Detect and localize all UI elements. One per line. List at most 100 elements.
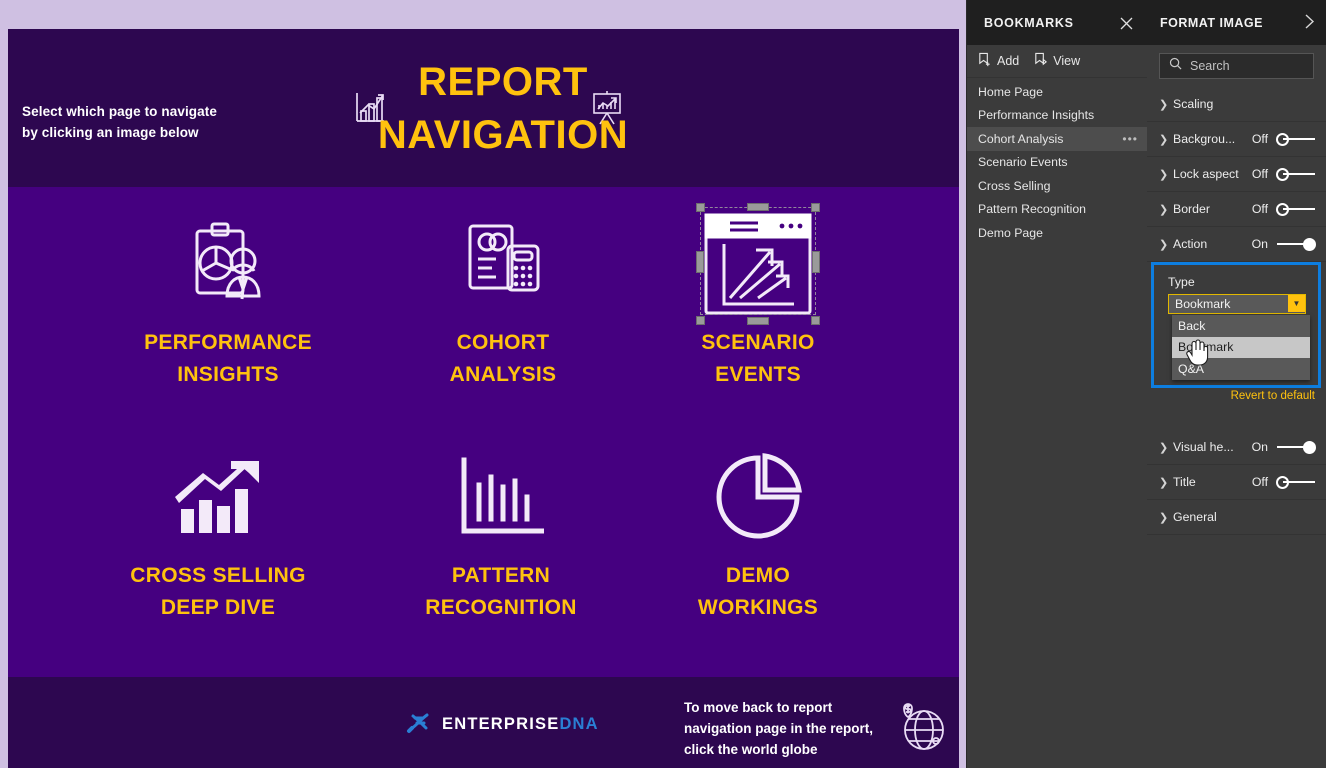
report-header-band: Select which page to navigate by clickin… [8, 29, 959, 187]
format-pane-header: FORMAT IMAGE [1147, 0, 1326, 45]
nav-tile-label: PATTERN RECOGNITION [425, 564, 577, 619]
bookmark-item-label: Home Page [978, 84, 1043, 99]
resize-handle-nw[interactable] [696, 203, 705, 212]
format-pane-title: FORMAT IMAGE [1160, 15, 1263, 30]
chevron-right-icon: ❯ [1159, 133, 1169, 146]
format-row-general[interactable]: ❯ General [1147, 500, 1326, 535]
bookmarks-list: Home Page Performance Insights Cohort An… [967, 80, 1148, 245]
revert-to-default-link[interactable]: Revert to default [1151, 390, 1321, 402]
type-option-back[interactable]: Back [1172, 315, 1310, 337]
close-icon[interactable] [1116, 13, 1136, 33]
bookmark-item-performance-insights[interactable]: Performance Insights [967, 104, 1148, 128]
format-row-label: Scaling [1173, 97, 1214, 111]
type-option-bookmark[interactable]: Bookmark [1172, 336, 1310, 358]
chevron-right-icon: ❯ [1159, 98, 1169, 111]
chevron-down-icon[interactable]: ▼ [1288, 295, 1305, 312]
view-bookmark-button[interactable]: View [1033, 52, 1080, 70]
growth-arrow-bars-icon [175, 442, 261, 552]
search-icon [1169, 57, 1182, 75]
bookmarks-toolbar: Add View [967, 45, 1148, 78]
format-row-action[interactable]: ❯ Action On [1147, 227, 1326, 262]
bookmark-item-demo-page[interactable]: Demo Page [967, 221, 1148, 245]
add-bookmark-label: Add [997, 54, 1020, 68]
format-row-state: On [1251, 440, 1268, 454]
bookmark-item-label: Cross Selling [978, 178, 1051, 193]
search-input[interactable]: Search [1159, 53, 1314, 79]
type-dropdown-options: Back Bookmark Q&A [1172, 315, 1310, 380]
bookmark-item-label: Cohort Analysis [978, 131, 1064, 146]
image-selection-frame [700, 207, 816, 315]
browser-arrows-up-icon [696, 203, 820, 325]
clipboard-analyst-icon [189, 209, 267, 319]
globe-instruction-text: To move back to report navigation page i… [684, 700, 874, 757]
bookmark-item-home-page[interactable]: Home Page [967, 80, 1148, 104]
resize-handle-ne[interactable] [811, 203, 820, 212]
format-row-visual-header[interactable]: ❯ Visual he... On [1147, 430, 1326, 465]
view-bookmark-label: View [1053, 54, 1081, 68]
format-row-label: Lock aspect [1173, 167, 1239, 181]
action-type-card: Type Bookmark ▼ Back Bookmark Q&A [1151, 262, 1321, 388]
title-toggle[interactable] [1276, 475, 1316, 489]
chevron-right-icon: ❯ [1159, 511, 1169, 524]
power-bi-desktop-window: Select which page to navigate by clickin… [0, 0, 1326, 768]
bookmark-item-pattern-recognition[interactable]: Pattern Recognition [967, 198, 1148, 222]
format-row-label: Backgrou... [1173, 132, 1236, 146]
bookmark-item-cohort-analysis[interactable]: Cohort Analysis ••• [967, 127, 1148, 151]
border-toggle[interactable] [1276, 202, 1316, 216]
type-option-qna[interactable]: Q&A [1172, 358, 1310, 380]
report-page-canvas[interactable]: Select which page to navigate by clickin… [8, 29, 959, 768]
resize-handle-n[interactable] [747, 203, 769, 211]
format-row-label: Title [1173, 475, 1196, 489]
resize-handle-e[interactable] [812, 251, 820, 273]
background-toggle[interactable] [1276, 132, 1316, 146]
resize-handle-w[interactable] [696, 251, 704, 273]
bookmark-item-label: Pattern Recognition [978, 202, 1087, 217]
format-row-state: Off [1251, 132, 1268, 146]
bookmark-item-scenario-events[interactable]: Scenario Events [967, 151, 1148, 175]
chevron-right-icon[interactable] [1304, 14, 1315, 34]
nav-tile-performance-insights[interactable]: PERFORMANCE INSIGHTS [98, 209, 358, 424]
action-toggle[interactable] [1276, 237, 1316, 251]
chevron-down-icon: ❯ [1159, 238, 1169, 251]
page-title-line2: NAVIGATION [377, 113, 629, 157]
chevron-right-icon: ❯ [1159, 476, 1169, 489]
format-row-label: Border [1173, 202, 1210, 216]
nav-tile-cross-selling-deep-dive[interactable]: CROSS SELLING DEEP DIVE [88, 442, 348, 657]
format-row-lock-aspect[interactable]: ❯ Lock aspect Off [1147, 157, 1326, 192]
nav-tile-demo-workings[interactable]: DEMO WORKINGS [628, 442, 888, 657]
bookmark-item-cross-selling[interactable]: Cross Selling [967, 174, 1148, 198]
world-globe-dollar-icon [896, 703, 948, 758]
lock-aspect-toggle[interactable] [1276, 167, 1316, 181]
bookmark-item-label: Demo Page [978, 225, 1043, 240]
type-dropdown[interactable]: Bookmark ▼ [1168, 294, 1306, 314]
nav-tile-label: DEMO WORKINGS [697, 564, 819, 619]
search-placeholder: Search [1190, 59, 1230, 73]
format-row-state: Off [1251, 167, 1268, 181]
bar-chart-axis-icon [458, 442, 544, 552]
format-row-border[interactable]: ❯ Border Off [1147, 192, 1326, 227]
resize-handle-s[interactable] [747, 317, 769, 325]
nav-tile-scenario-events[interactable]: SCENARIO EVENTS [628, 203, 888, 424]
nav-tile-pattern-recognition[interactable]: PATTERN RECOGNITION [371, 442, 631, 657]
brand-wordmark: ENTERPRISEDNA [442, 715, 599, 733]
type-option-label: Q&A [1178, 361, 1204, 376]
bookmark-more-options-icon[interactable]: ••• [1122, 132, 1138, 146]
chevron-right-icon: ❯ [1159, 441, 1169, 454]
page-title-line1: REPORT [418, 60, 588, 104]
format-row-scaling[interactable]: ❯ Scaling [1147, 87, 1326, 122]
resize-handle-se[interactable] [811, 316, 820, 325]
visual-header-toggle[interactable] [1276, 440, 1316, 454]
nav-tile-label: PERFORMANCE INSIGHTS [144, 331, 312, 386]
bookmarks-pane-title: BOOKMARKS [984, 15, 1074, 30]
format-row-label: General [1173, 510, 1217, 524]
add-bookmark-button[interactable]: Add [977, 52, 1019, 70]
document-calculator-icon [463, 209, 543, 319]
view-bookmark-icon [1033, 52, 1048, 70]
format-rows-top: ❯ Scaling ❯ Backgrou... Off ❯ Lock aspec… [1147, 87, 1326, 262]
report-footer-band: ENTERPRISEDNA To move back to report nav… [8, 677, 959, 768]
nav-tile-cohort-analysis[interactable]: COHORT ANALYSIS [373, 209, 633, 424]
format-row-background[interactable]: ❯ Backgrou... Off [1147, 122, 1326, 157]
resize-handle-sw[interactable] [696, 316, 705, 325]
bookmarks-pane-header: BOOKMARKS [967, 0, 1148, 45]
format-row-title[interactable]: ❯ Title Off [1147, 465, 1326, 500]
